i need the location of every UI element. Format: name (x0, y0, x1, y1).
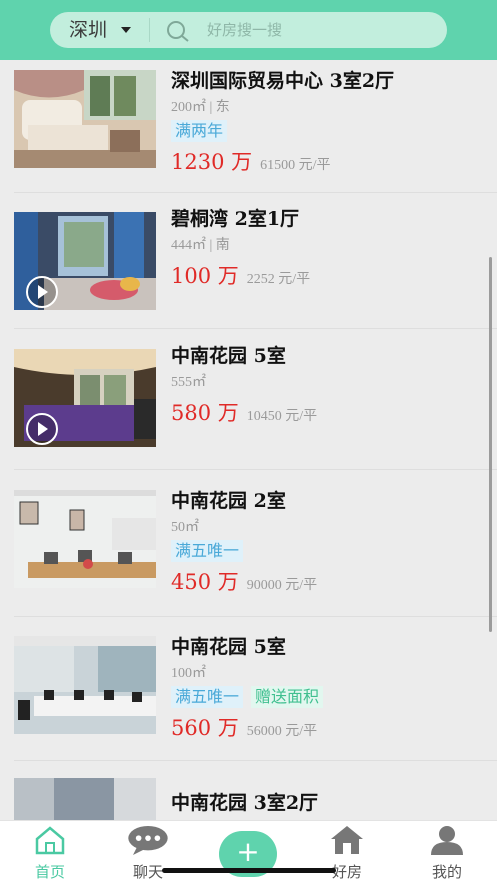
listing-thumbnail[interactable] (14, 490, 156, 588)
divider (14, 469, 497, 470)
listing-thumbnail[interactable] (14, 212, 156, 310)
listing-meta: 555㎡ (171, 375, 206, 390)
listing-price: 560 万 56000 元/平 (171, 712, 317, 742)
scrollbar[interactable] (489, 257, 492, 632)
home-icon (35, 826, 65, 855)
divider (14, 192, 497, 193)
user-icon (431, 826, 463, 855)
listing-price: 1230 万 61500 元/平 (171, 146, 331, 176)
list-item[interactable]: 中南花园 5室 555㎡ 580 万 10450 元/平 (0, 335, 497, 470)
listing-price: 100 万 2252 元/平 (171, 260, 310, 290)
listing-price: 450 万 90000 元/平 (171, 566, 317, 596)
tag: 满五唯一 (171, 686, 244, 708)
list-item[interactable]: 中南花园 5室 100㎡ 满五唯一 赠送面积 560 万 56000 元/平 (0, 626, 497, 761)
price-per-sqm: 61500 元/平 (260, 158, 331, 173)
listing-price: 580 万 10450 元/平 (171, 397, 317, 427)
price-total: 1230 万 (171, 150, 253, 174)
listing-meta: 100㎡ (171, 666, 206, 681)
listing-title[interactable]: 中南花园 5室 (171, 341, 286, 368)
listing-meta: 50㎡ (171, 520, 199, 535)
divider (14, 616, 497, 617)
price-total: 560 万 (171, 716, 239, 740)
tab-me[interactable]: 我的 (417, 821, 477, 884)
chevron-down-icon[interactable] (121, 27, 131, 33)
list-item[interactable]: 中南花园 2室 50㎡ 满五唯一 450 万 90000 元/平 (0, 480, 497, 617)
list-item[interactable]: 碧桐湾 2室1厅 444㎡ | 南 100 万 2252 元/平 (0, 198, 497, 329)
home-indicator (162, 868, 336, 873)
bottom-tab-bar: 首页 聊天 + 好房 我的 (0, 820, 497, 884)
price-per-sqm: 90000 元/平 (246, 578, 318, 593)
price-total: 450 万 (171, 570, 239, 594)
tag: 满两年 (171, 120, 228, 142)
listing-title[interactable]: 中南花园 3室2厅 (171, 788, 318, 815)
video-play-icon[interactable] (26, 413, 58, 445)
list-item[interactable]: 深圳国际贸易中心 3室2厅 200㎡ | 东 满两年 1230 万 61500 元… (0, 60, 497, 193)
tag-list: 满两年 (171, 120, 235, 142)
divider (149, 18, 150, 42)
listing-title[interactable]: 深圳国际贸易中心 3室2厅 (171, 66, 394, 93)
listing-title[interactable]: 中南花园 2室 (171, 486, 286, 513)
search-bar[interactable]: 深圳 好房搜一搜 (50, 12, 447, 48)
listing-thumbnail[interactable] (14, 778, 156, 820)
price-per-sqm: 56000 元/平 (246, 724, 318, 739)
city-selector[interactable]: 深圳 (69, 18, 107, 42)
tab-houses[interactable]: 好房 (317, 821, 377, 884)
listing-list[interactable]: 深圳国际贸易中心 3室2厅 200㎡ | 东 满两年 1230 万 61500 元… (0, 60, 497, 820)
list-item[interactable]: 中南花园 3室2厅 (0, 772, 497, 820)
divider (14, 328, 497, 329)
chat-icon (128, 825, 168, 855)
price-per-sqm: 10450 元/平 (246, 409, 318, 424)
price-per-sqm: 2252 元/平 (246, 272, 311, 287)
top-header: 深圳 好房搜一搜 (0, 0, 497, 60)
divider (14, 760, 497, 761)
tab-chat[interactable]: 聊天 (118, 821, 178, 884)
price-total: 100 万 (171, 264, 239, 288)
price-total: 580 万 (171, 401, 239, 425)
listing-thumbnail[interactable] (14, 70, 156, 168)
tab-label: 首页 (34, 863, 65, 881)
tab-home[interactable]: 首页 (20, 821, 80, 884)
search-input[interactable]: 好房搜一搜 (207, 19, 282, 41)
video-play-icon[interactable] (26, 276, 58, 308)
tag-list: 满五唯一 赠送面积 (171, 686, 331, 708)
tag: 满五唯一 (171, 540, 244, 562)
listing-thumbnail[interactable] (14, 349, 156, 447)
listing-title[interactable]: 中南花园 5室 (171, 632, 286, 659)
search-icon[interactable] (166, 20, 190, 42)
tag: 赠送面积 (251, 686, 324, 708)
listing-meta: 444㎡ | 南 (171, 238, 230, 253)
tag-list: 满五唯一 (171, 540, 251, 562)
listing-thumbnail[interactable] (14, 636, 156, 734)
tab-label: 我的 (431, 863, 462, 881)
listing-title[interactable]: 碧桐湾 2室1厅 (171, 204, 299, 231)
house-icon (331, 826, 363, 854)
listing-meta: 200㎡ | 东 (171, 100, 230, 115)
